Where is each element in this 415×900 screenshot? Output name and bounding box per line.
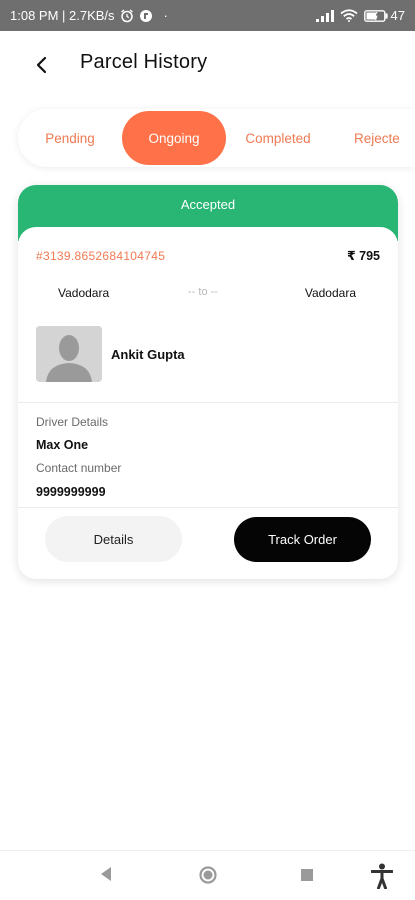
battery-icon [363, 9, 388, 22]
nav-recents-icon [301, 869, 313, 881]
back-arrow-icon [36, 56, 47, 74]
system-nav-bar [0, 850, 415, 900]
page-title: Parcel History [80, 51, 208, 73]
route-from: Vadodara [58, 286, 110, 300]
tab-rejected[interactable]: Rejecte [342, 111, 415, 165]
battery-indicator: 47 [363, 8, 405, 23]
avatar [36, 326, 102, 382]
track-order-button[interactable]: Track Order [234, 517, 371, 562]
tab-ongoing[interactable]: Ongoing [122, 111, 226, 165]
status-left: 1:08 PM | 2.7KB/s · [10, 8, 168, 23]
order-price: ₹ 795 [346, 249, 380, 263]
status-dot: · [163, 8, 168, 23]
customer-name: Ankit Gupta [111, 347, 185, 362]
divider [18, 507, 398, 508]
back-button[interactable] [28, 51, 56, 79]
battery-percent: 47 [390, 8, 405, 23]
accessibility-icon [371, 863, 393, 889]
user-placeholder-icon [36, 326, 102, 382]
nav-recents-button[interactable] [300, 868, 314, 882]
header: Parcel History [0, 31, 415, 101]
tab-completed[interactable]: Completed [234, 111, 322, 165]
route-to: Vadodara [304, 286, 356, 300]
status-bar: 1:08 PM | 2.7KB/s · 47 [0, 0, 415, 31]
nav-home-button[interactable] [198, 865, 218, 885]
driver-name: Max One [36, 438, 89, 452]
tab-pending[interactable]: Pending [26, 111, 114, 165]
app-notification-icon [139, 9, 153, 23]
status-time: 1:08 PM | 2.7KB/s [10, 8, 115, 23]
order-card-body: #3139.8652684104745 ₹ 795 Vadodara -- to… [18, 227, 398, 579]
divider [18, 402, 398, 403]
contact-number-label: Contact number [36, 461, 122, 475]
accessibility-button[interactable] [371, 863, 393, 889]
order-card: Accepted #3139.8652684104745 ₹ 795 Vadod… [18, 185, 398, 579]
details-button[interactable]: Details [45, 516, 182, 562]
wifi-icon [339, 9, 358, 22]
nav-back-icon [101, 867, 111, 881]
nav-back-button[interactable] [99, 866, 113, 882]
driver-details-label: Driver Details [36, 415, 109, 429]
order-id: #3139.8652684104745 [36, 249, 166, 263]
contact-number: 9999999999 [36, 485, 106, 499]
nav-home-icon [199, 866, 217, 884]
signal-icon [315, 9, 334, 22]
route-separator: -- to -- [188, 286, 218, 298]
status-right: 47 [315, 8, 405, 23]
alarm-icon [120, 8, 134, 23]
status-tabs: Pending Ongoing Completed Rejecte [18, 109, 415, 167]
